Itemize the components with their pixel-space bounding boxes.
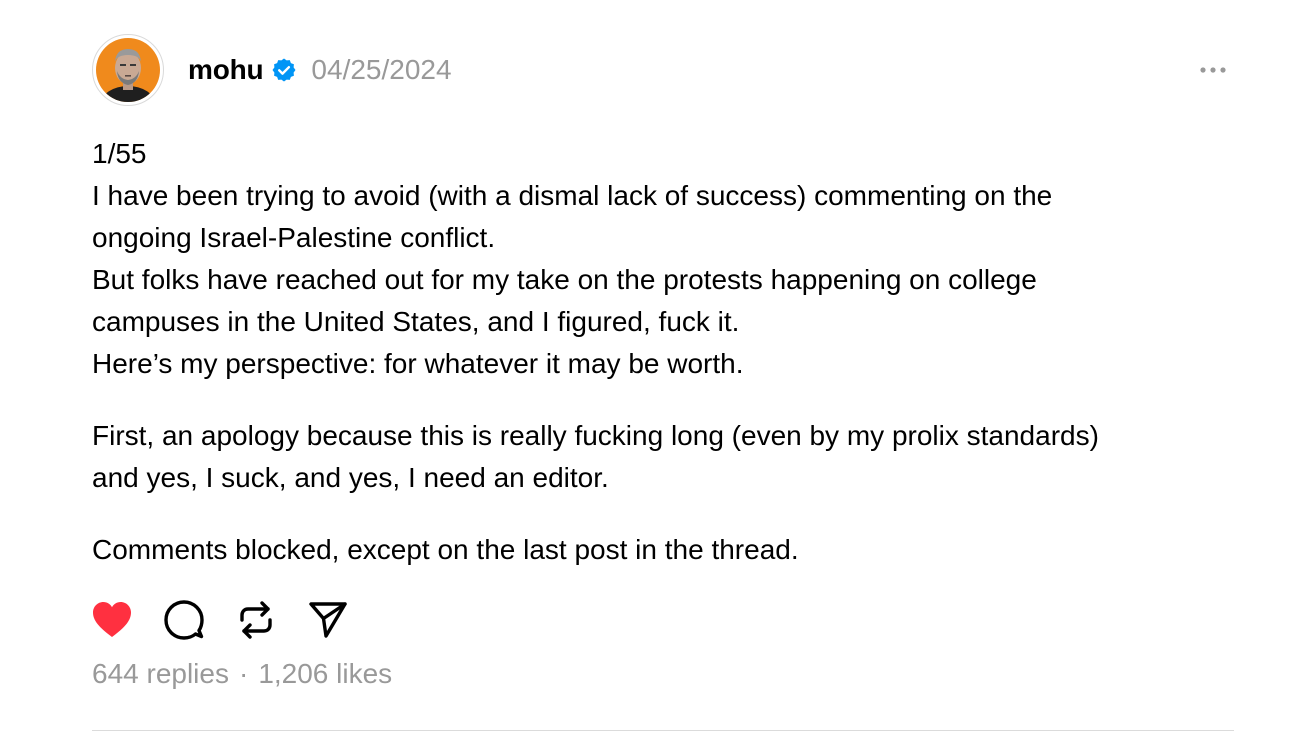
text-line: campuses in the United States, and I fig…: [92, 306, 740, 337]
paragraph-1: 1/55 I have been trying to avoid (with a…: [92, 133, 1242, 385]
text-line: 1/55: [92, 138, 147, 169]
action-bar: [92, 598, 348, 642]
author-row: mohu 04/25/2024: [188, 52, 452, 88]
post-stats: 644 replies · 1,206 likes: [92, 658, 392, 690]
likes-count[interactable]: 1,206 likes: [258, 658, 392, 689]
post-body: 1/55 I have been trying to avoid (with a…: [92, 133, 1242, 571]
share-button[interactable]: [308, 600, 348, 640]
avatar[interactable]: [92, 34, 164, 106]
text-line: ongoing Israel-Palestine conflict.: [92, 222, 496, 253]
profile-photo-avatar: [96, 38, 160, 102]
text-line: But folks have reached out for my take o…: [92, 264, 1037, 295]
repost-icon: [240, 601, 272, 639]
stats-separator: ·: [238, 658, 249, 689]
text-line: First, an apology because this is really…: [92, 420, 1099, 451]
post-date[interactable]: 04/25/2024: [311, 54, 451, 86]
reply-button[interactable]: [164, 600, 204, 640]
text-line: Here’s my perspective: for whatever it m…: [92, 348, 744, 379]
paragraph-3: Comments blocked, except on the last pos…: [92, 529, 1242, 571]
heart-filled-icon: [93, 602, 131, 637]
repost-button[interactable]: [236, 600, 276, 640]
paragraph-2: First, an apology because this is really…: [92, 415, 1242, 499]
send-icon: [309, 602, 347, 638]
text-line: Comments blocked, except on the last pos…: [92, 534, 799, 565]
verified-badge-icon: [271, 57, 297, 83]
post-header: mohu 04/25/2024: [92, 34, 1234, 106]
thread-post: mohu 04/25/2024 1/55 I have been trying …: [0, 0, 1302, 754]
replies-count[interactable]: 644 replies: [92, 658, 229, 689]
more-horizontal-icon[interactable]: [1198, 60, 1228, 80]
like-button[interactable]: [92, 600, 132, 640]
username[interactable]: mohu: [188, 54, 264, 86]
comment-bubble-icon: [164, 600, 204, 640]
text-line: I have been trying to avoid (with a dism…: [92, 180, 1053, 211]
post-divider: [92, 730, 1234, 731]
text-line: and yes, I suck, and yes, I need an edit…: [92, 462, 609, 493]
